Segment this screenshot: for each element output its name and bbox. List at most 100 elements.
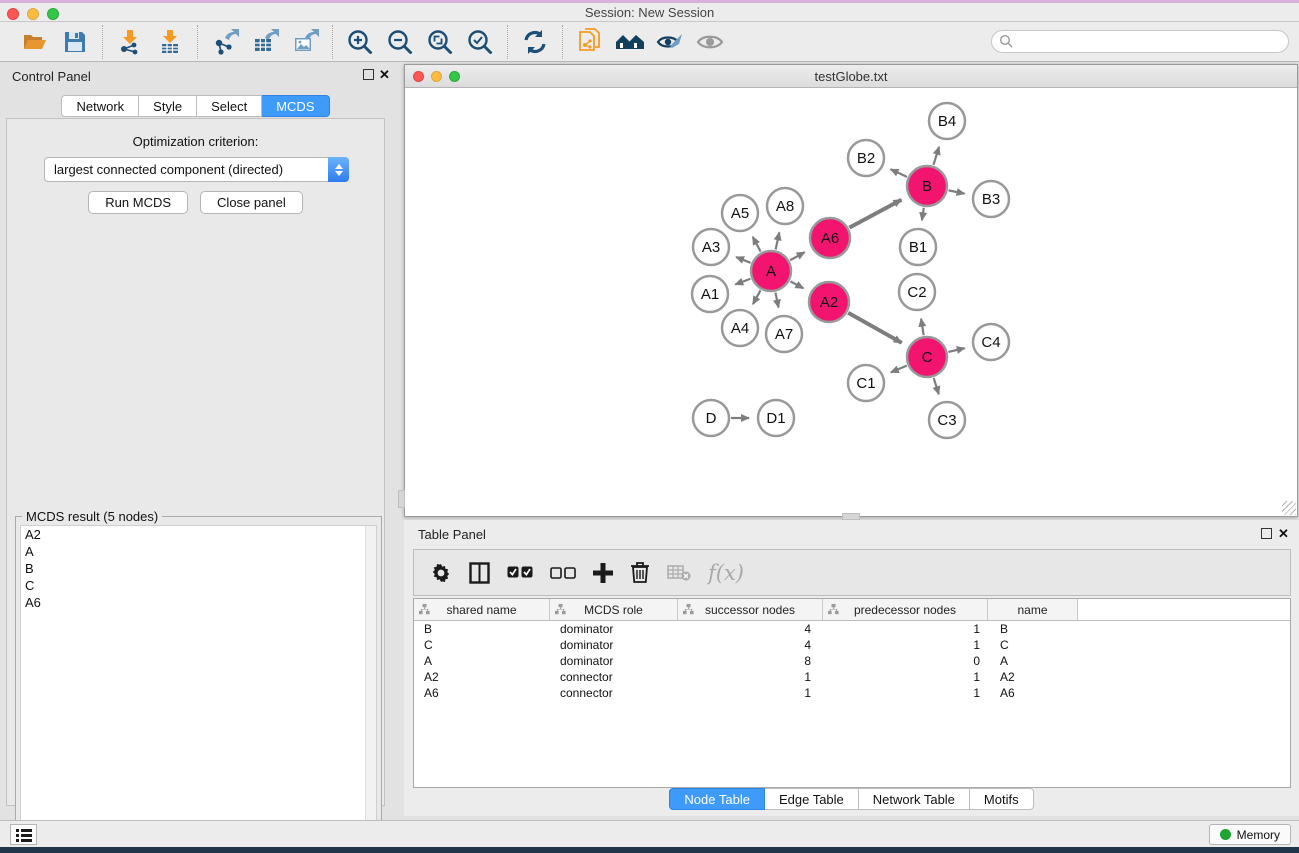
edge-A-A8[interactable] (776, 232, 780, 249)
edge-A-A5[interactable] (753, 237, 761, 252)
edge-C-C4[interactable] (948, 348, 964, 352)
edge-B-B4[interactable] (933, 147, 939, 165)
zoom-in-button[interactable] (343, 26, 377, 58)
column-header-successor-nodes[interactable]: successor nodes (678, 599, 823, 620)
import-network-button[interactable] (113, 26, 147, 58)
memory-button[interactable]: Memory (1209, 824, 1291, 845)
cell[interactable]: connector (550, 685, 678, 701)
export-image-button[interactable] (288, 26, 322, 58)
hide-graphics-details-button[interactable] (653, 26, 687, 58)
table-row[interactable]: A2connector11A2 (414, 669, 1290, 685)
table-float-panel-icon[interactable] (1261, 528, 1272, 539)
tab-edge-table[interactable]: Edge Table (765, 788, 859, 810)
show-columns-button[interactable] (469, 562, 490, 584)
table-close-panel-icon[interactable]: ✕ (1278, 526, 1289, 542)
edge-A-A2[interactable] (790, 281, 803, 288)
tab-network-table[interactable]: Network Table (859, 788, 970, 810)
import-table-button[interactable] (153, 26, 187, 58)
cell[interactable]: 4 (678, 621, 823, 637)
delete-table-button[interactable] (667, 564, 691, 581)
cell[interactable]: 1 (823, 669, 988, 685)
node-table[interactable]: shared nameMCDS rolesuccessor nodesprede… (413, 598, 1291, 788)
result-item[interactable]: A6 (21, 594, 376, 611)
cell[interactable]: B (988, 621, 1078, 637)
select-all-button[interactable] (507, 566, 533, 579)
search-input[interactable] (1014, 33, 1288, 51)
cell[interactable]: B (414, 621, 550, 637)
cell[interactable]: 8 (678, 653, 823, 669)
network-graph[interactable]: B4B2BB3A8A5A6A3B1AA1C2A2A4A7C4CC1DD1C3 (405, 88, 1297, 516)
result-item[interactable]: C (21, 577, 376, 594)
deselect-all-button[interactable] (550, 567, 576, 579)
cell[interactable]: 4 (678, 637, 823, 653)
edge-C-C3[interactable] (934, 378, 939, 394)
edge-A-A3[interactable] (736, 257, 751, 263)
vertical-splitter-handle[interactable] (398, 490, 405, 508)
cell[interactable]: C (988, 637, 1078, 653)
close-panel-button[interactable]: Close panel (200, 191, 303, 214)
result-scrollbar[interactable] (365, 526, 376, 853)
show-task-history-button[interactable] (10, 824, 37, 845)
horizontal-splitter-handle[interactable] (842, 513, 860, 520)
criterion-select[interactable]: largest connected component (directed) (44, 157, 349, 182)
cell[interactable]: A6 (988, 685, 1078, 701)
cell[interactable]: 1 (823, 685, 988, 701)
edge-B-B3[interactable] (949, 190, 965, 193)
cell[interactable]: A2 (988, 669, 1078, 685)
zoom-out-button[interactable] (383, 26, 417, 58)
edge-C-C2[interactable] (921, 319, 924, 336)
table-row[interactable]: Cdominator41C (414, 637, 1290, 653)
cell[interactable]: A (414, 653, 550, 669)
save-session-button[interactable] (58, 26, 92, 58)
search-field[interactable] (991, 30, 1289, 53)
edge-A-A4[interactable] (753, 290, 761, 304)
cell[interactable]: A6 (414, 685, 550, 701)
edge-A-A1[interactable] (735, 279, 750, 285)
edge-A2-C[interactable] (848, 313, 902, 343)
show-graphics-details-button[interactable] (693, 26, 727, 58)
open-session-button[interactable] (18, 26, 52, 58)
refresh-view-button[interactable] (518, 26, 552, 58)
table-settings-button[interactable] (430, 562, 452, 584)
column-header-shared-name[interactable]: shared name (414, 599, 550, 620)
create-column-button[interactable] (593, 563, 613, 583)
edge-A-A6[interactable] (790, 252, 804, 260)
edge-B-B2[interactable] (891, 169, 907, 177)
zoom-fit-button[interactable] (423, 26, 457, 58)
tab-motifs[interactable]: Motifs (970, 788, 1034, 810)
delete-columns-button[interactable] (630, 561, 650, 584)
cell[interactable]: 1 (823, 621, 988, 637)
edge-A-A7[interactable] (775, 293, 778, 308)
table-row[interactable]: Adominator80A (414, 653, 1290, 669)
cell[interactable]: A (988, 653, 1078, 669)
network-window-titlebar[interactable]: testGlobe.txt (405, 65, 1297, 88)
network-from-file-button[interactable] (573, 26, 607, 58)
cell[interactable]: dominator (550, 621, 678, 637)
cell[interactable]: 1 (823, 637, 988, 653)
network-canvas[interactable]: B4B2BB3A8A5A6A3B1AA1C2A2A4A7C4CC1DD1C3 (405, 88, 1297, 516)
tab-style[interactable]: Style (139, 95, 197, 117)
tab-select[interactable]: Select (197, 95, 262, 117)
table-row[interactable]: Bdominator41B (414, 621, 1290, 637)
resize-grip-icon[interactable] (1282, 501, 1296, 515)
column-header-name[interactable]: name (988, 599, 1078, 620)
export-table-button[interactable] (248, 26, 282, 58)
edge-B-B1[interactable] (922, 208, 924, 221)
tab-network[interactable]: Network (61, 95, 139, 117)
home-button[interactable] (613, 26, 647, 58)
float-panel-icon[interactable] (363, 69, 374, 80)
column-header-MCDS-role[interactable]: MCDS role (550, 599, 678, 620)
edge-C-C1[interactable] (891, 366, 907, 373)
export-network-button[interactable] (208, 26, 242, 58)
cell[interactable]: C (414, 637, 550, 653)
edge-A6-B[interactable] (849, 200, 901, 228)
table-row[interactable]: A6connector11A6 (414, 685, 1290, 701)
result-item[interactable]: A2 (21, 526, 376, 543)
cell[interactable]: connector (550, 669, 678, 685)
tab-node-table[interactable]: Node Table (669, 788, 765, 810)
cell[interactable]: A2 (414, 669, 550, 685)
cell[interactable]: 0 (823, 653, 988, 669)
run-mcds-button[interactable]: Run MCDS (88, 191, 188, 214)
cell[interactable]: 1 (678, 669, 823, 685)
mcds-result-list[interactable]: A2ABCA6 (20, 525, 377, 853)
